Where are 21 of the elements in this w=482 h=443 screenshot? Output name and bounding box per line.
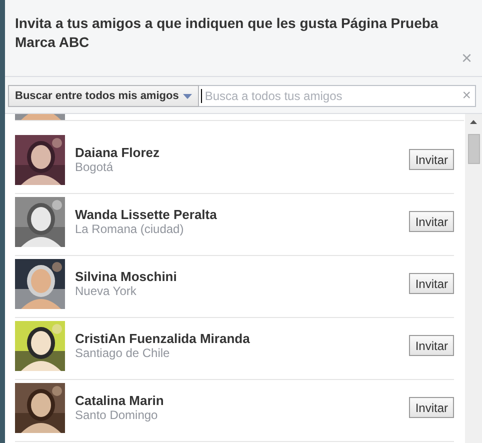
invite-button[interactable]: Invitar	[409, 335, 454, 356]
invite-button[interactable]: Invitar	[409, 273, 454, 294]
scroll-thumb[interactable]	[468, 134, 480, 164]
friend-filter-dropdown[interactable]: Buscar entre todos mis amigos	[8, 85, 199, 107]
friend-location: Nueva York	[75, 284, 138, 298]
friend-location: Santo Domingo	[75, 408, 159, 422]
scrollbar[interactable]	[465, 114, 482, 443]
friend-name: Daiana Florez	[75, 145, 161, 160]
invite-button[interactable]: Invitar	[409, 211, 454, 232]
friend-location: La Romana (ciudad)	[75, 222, 185, 236]
invite-button[interactable]: Invitar	[409, 397, 454, 418]
caret-icon	[182, 94, 192, 98]
friend-name: Catalina Marin	[75, 393, 165, 408]
friend-location: Bogotá	[75, 160, 114, 174]
invite-button[interactable]: Invitar	[409, 149, 454, 170]
dialog-title: Invita a tus amigos a que indiquen que les gusta Página Prueba Marca ABC	[15, 14, 440, 52]
friend-location: Santiago de Chile	[75, 346, 171, 360]
friend-name: Silvina Moschini	[75, 269, 178, 284]
friend-name: CristiAn Fuenzalida Miranda	[75, 331, 251, 346]
friend-name: Wanda Lissette Peralta	[75, 207, 218, 222]
scroll-up-icon[interactable]	[470, 120, 477, 124]
